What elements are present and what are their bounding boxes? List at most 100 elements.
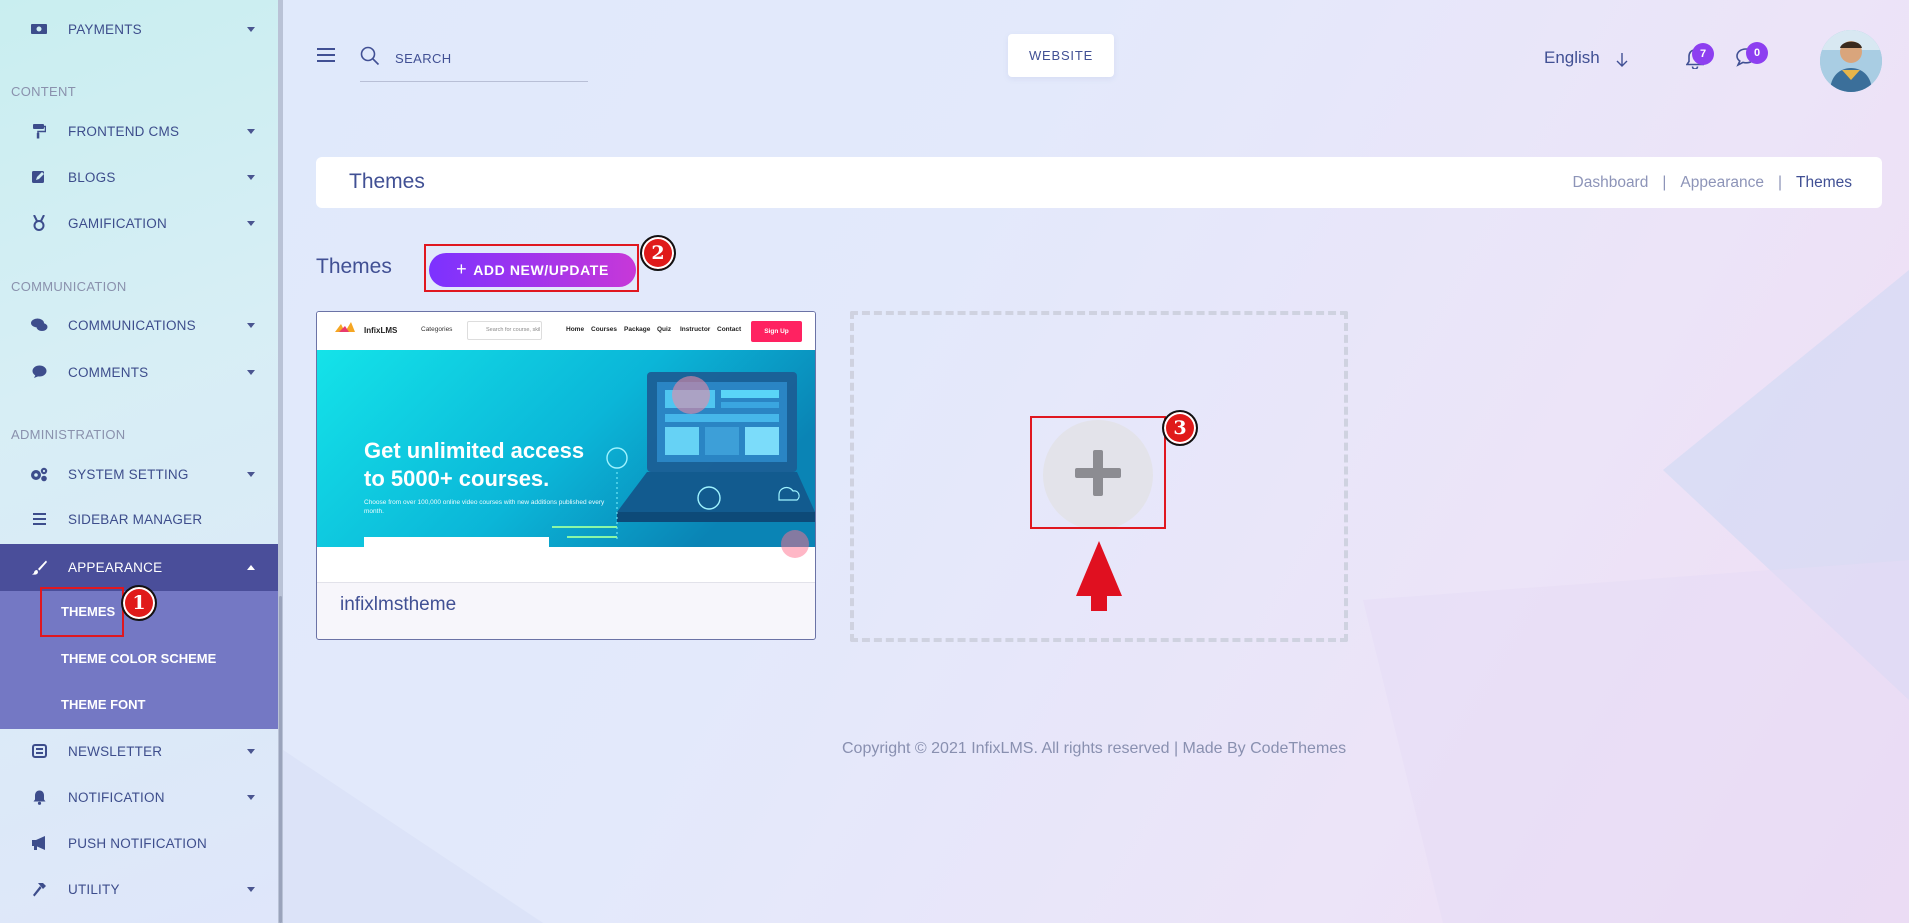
sidebar: PAYMENTS CONTENT FRONTEND CMS BLOGS GAMI… xyxy=(0,0,278,923)
preview-hero-line: Get unlimited access xyxy=(364,438,585,463)
sidebar-item-utility[interactable]: UTILITY xyxy=(0,867,278,911)
sidebar-item-label: PAYMENTS xyxy=(68,21,142,37)
sidebar-item-newsletter[interactable]: NEWSLETTER xyxy=(0,729,278,773)
section-label-content: CONTENT xyxy=(11,84,76,99)
page-header-bar: Themes Dashboard | Appearance | Themes xyxy=(316,157,1882,208)
sidebar-item-label: GAMIFICATION xyxy=(68,215,167,231)
theme-preview-image: InfixLMS Categories Search for course, s… xyxy=(317,312,815,582)
chevron-down-icon xyxy=(247,369,255,375)
preview-signup: Sign Up xyxy=(751,321,802,342)
sidebar-item-push-notification[interactable]: PUSH NOTIFICATION xyxy=(0,821,278,865)
sidebar-item-frontend-cms[interactable]: FRONTEND CMS xyxy=(0,109,278,153)
preview-hero-line: to 5000+ courses. xyxy=(364,466,550,491)
breadcrumb-dashboard[interactable]: Dashboard xyxy=(1573,174,1649,192)
megaphone-icon xyxy=(30,834,48,852)
notification-count-badge: 7 xyxy=(1692,43,1714,65)
preview-hero-text: Get unlimited access to 5000+ courses. xyxy=(364,437,584,493)
annotation-box-1 xyxy=(40,587,124,637)
sidebar-item-communications[interactable]: COMMUNICATIONS xyxy=(0,303,278,347)
money-icon xyxy=(30,20,48,38)
sidebar-item-label: SIDEBAR MANAGER xyxy=(68,511,203,527)
breadcrumb-separator: | xyxy=(1777,174,1782,191)
annotation-box-3 xyxy=(1030,416,1166,529)
preview-logo: InfixLMS xyxy=(364,326,398,335)
chevron-down-icon xyxy=(247,26,255,32)
chevron-down-icon xyxy=(247,220,255,226)
comment-icon xyxy=(30,363,48,381)
card-divider xyxy=(317,582,815,583)
sidebar-item-system-setting[interactable]: SYSTEM SETTING xyxy=(0,452,278,496)
sidebar-item-comments[interactable]: COMMENTS xyxy=(0,350,278,394)
sidebar-item-label: COMMUNICATIONS xyxy=(68,317,196,333)
chevron-down-icon xyxy=(247,128,255,134)
brush-icon xyxy=(30,559,48,577)
comments-icon xyxy=(30,316,48,334)
chevron-down-icon xyxy=(247,794,255,800)
sidebar-item-payments[interactable]: PAYMENTS xyxy=(0,7,278,51)
sidebar-item-label: SYSTEM SETTING xyxy=(68,466,189,482)
page-title: Themes xyxy=(349,170,425,193)
submenu-item-theme-color-scheme[interactable]: THEME COLOR SCHEME xyxy=(61,651,216,666)
search-icon[interactable] xyxy=(360,46,380,66)
section-label-communication: COMMUNICATION xyxy=(11,279,127,294)
sidebar-scrollbar-thumb[interactable] xyxy=(279,596,282,923)
preview-categories: Categories xyxy=(421,326,453,333)
chevron-down-icon xyxy=(247,886,255,892)
sidebar-item-blogs[interactable]: BLOGS xyxy=(0,155,278,199)
preview-search: Search for course, skil xyxy=(467,321,542,340)
newsletter-icon xyxy=(30,742,48,760)
theme-name: infixlmstheme xyxy=(340,594,457,615)
footer-copyright: Copyright © 2021 InfixLMS. All rights re… xyxy=(842,740,1347,757)
preview-nav-item: Instructor xyxy=(680,326,711,333)
section-label-administration: ADMINISTRATION xyxy=(11,427,126,442)
preview-nav-item: Contact xyxy=(717,326,742,333)
breadcrumb-separator: | xyxy=(1662,174,1667,191)
annotation-number-2: 2 xyxy=(640,235,676,271)
sidebar-item-label: PUSH NOTIFICATION xyxy=(68,835,207,851)
chevron-down-icon xyxy=(247,471,255,477)
message-count-badge: 0 xyxy=(1746,42,1768,64)
chevron-down-icon xyxy=(247,322,255,328)
preview-nav-item: Home xyxy=(566,326,585,333)
annotation-number-1: 1 xyxy=(121,585,157,621)
arrow-down-icon[interactable] xyxy=(1615,52,1629,68)
preview-nav-item: Package xyxy=(624,326,651,333)
chevron-down-icon xyxy=(247,748,255,754)
user-avatar[interactable] xyxy=(1820,30,1882,92)
website-button[interactable]: WEBSITE xyxy=(1008,34,1114,77)
sidebar-item-label: UTILITY xyxy=(68,881,120,897)
arrow-up-icon xyxy=(1075,541,1123,611)
submenu-item-theme-font[interactable]: THEME FONT xyxy=(61,697,146,712)
preview-hero-subtext: Choose from over 100,000 online video co… xyxy=(364,499,605,515)
medal-icon xyxy=(30,214,48,232)
annotation-box-2 xyxy=(424,244,639,292)
sidebar-item-gamification[interactable]: GAMIFICATION xyxy=(0,201,278,245)
sidebar-item-label: COMMENTS xyxy=(68,364,149,380)
preview-nav-item: Quiz xyxy=(657,326,672,333)
breadcrumb-current: Themes xyxy=(1796,174,1852,191)
sidebar-item-sidebar-manager[interactable]: SIDEBAR MANAGER xyxy=(0,497,278,541)
edit-icon xyxy=(30,168,48,186)
hammer-icon xyxy=(30,880,48,898)
sidebar-item-appearance[interactable]: APPEARANCE xyxy=(0,544,278,591)
bars-icon xyxy=(30,510,48,528)
breadcrumb-appearance[interactable]: Appearance xyxy=(1680,174,1764,192)
breadcrumb: Dashboard | Appearance | Themes xyxy=(1573,174,1852,192)
search-bar xyxy=(360,42,588,82)
sidebar-item-label: NEWSLETTER xyxy=(68,743,163,759)
hamburger-menu-icon[interactable] xyxy=(317,48,335,62)
annotation-number-3: 3 xyxy=(1162,410,1198,446)
chevron-up-icon xyxy=(247,565,255,570)
search-input[interactable] xyxy=(395,48,575,68)
cogs-icon xyxy=(30,465,48,483)
preview-nav-item: Courses xyxy=(591,326,618,333)
paint-roller-icon xyxy=(30,122,48,140)
chevron-down-icon xyxy=(247,174,255,180)
sidebar-item-label: BLOGS xyxy=(68,169,116,185)
sidebar-item-label: FRONTEND CMS xyxy=(68,123,180,139)
section-title: Themes xyxy=(316,255,392,278)
language-select[interactable]: English xyxy=(1544,48,1600,68)
theme-card[interactable]: InfixLMS Categories Search for course, s… xyxy=(316,311,816,640)
bell-icon xyxy=(30,788,48,806)
sidebar-item-notification[interactable]: NOTIFICATION xyxy=(0,775,278,819)
